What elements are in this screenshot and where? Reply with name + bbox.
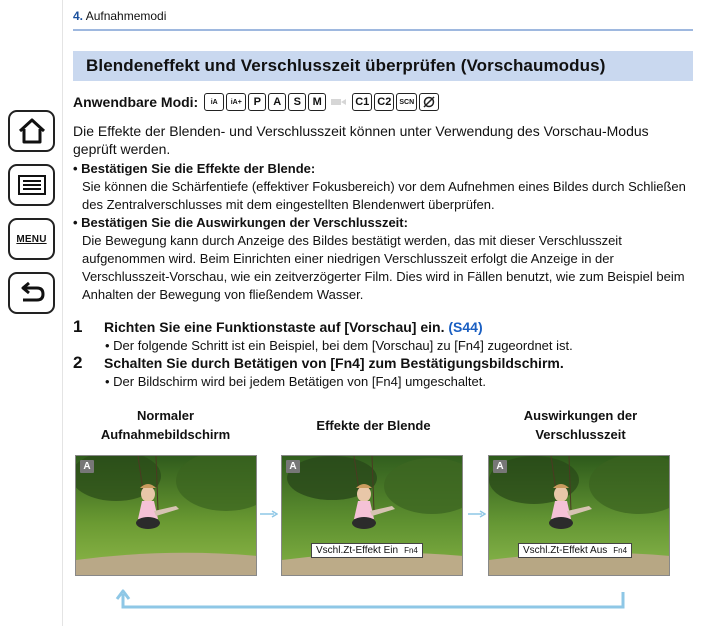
applicable-modes: Anwendbare Modi: iA iA+ P A S M C1 C2 SC… (73, 92, 441, 112)
screen-normal-image: A (75, 455, 257, 576)
manual-page: 4. Aufnahmemodi Blendeneffekt und Versch… (63, 0, 705, 626)
modes-label: Anwendbare Modi: (73, 94, 199, 110)
home-button[interactable] (8, 110, 55, 152)
preview-status-label: Vschl.Zt-Effekt Ein Fn4 (311, 543, 423, 558)
mode-indicator: A (80, 460, 94, 473)
cycle-arrow-icon (115, 589, 625, 609)
step-note: • Der Bildschirm wird bei jedem Betätige… (105, 374, 486, 389)
page-reference-link[interactable]: (S44) (448, 319, 482, 335)
mode-s-icon: S (288, 93, 307, 111)
caption-line: Normaler (136, 408, 195, 423)
screen-shutter-effect-image: A Vschl.Zt-Effekt Aus Fn4 (488, 455, 670, 576)
caption-line: Aufnahmebildschirm (100, 427, 231, 442)
step-1: 1 Richten Sie eine Funktionstaste auf [V… (73, 317, 693, 354)
chapter-header: 4. Aufnahmemodi (73, 9, 166, 23)
chapter-number: 4. (73, 9, 84, 23)
fn-key-label: Fn4 (404, 546, 418, 555)
intro-paragraph: Die Effekte der Blenden- und Verschlussz… (73, 123, 649, 157)
mode-movie-icon (328, 93, 351, 111)
bullet-text: Die Bewegung kann durch Anzeige des Bild… (82, 233, 685, 302)
bullet-text: Sie können die Schärfentiefe (effektiver… (82, 179, 686, 212)
mode-c2-icon: C2 (374, 93, 395, 111)
screen-aperture-effect-image: A Vschl.Zt-Effekt Ein Fn4 (281, 455, 463, 576)
step-list: 1 Richten Sie eine Funktionstaste auf [V… (73, 317, 693, 390)
section-title: Blendeneffekt und Verschlusszeit überprü… (86, 56, 606, 75)
chapter-divider (73, 29, 693, 31)
mode-creative-icon (419, 93, 440, 111)
fn-key-label: Fn4 (613, 546, 628, 555)
menu-button[interactable]: MENU (8, 218, 55, 260)
mode-ia-icon: iA (204, 93, 225, 111)
mode-c1-icon: C1 (352, 93, 373, 111)
mode-a-icon: A (268, 93, 287, 111)
preview-status-label: Vschl.Zt-Effekt Aus Fn4 (518, 543, 633, 558)
step-note: • Der folgende Schritt ist ein Beispiel,… (105, 338, 573, 353)
flow-arrow-icon (468, 510, 486, 518)
step-title: Schalten Sie durch Betätigen von [Fn4] z… (104, 355, 564, 371)
home-icon (18, 118, 45, 144)
mode-m-icon: M (308, 93, 327, 111)
chapter-title: Aufnahmemodi (85, 9, 167, 23)
step-title-text: Richten Sie eine Funktionstaste auf [Vor… (104, 319, 445, 335)
back-icon (21, 281, 45, 302)
bullet-heading: • Bestätigen Sie die Effekte der Blende: (73, 161, 316, 176)
table-of-contents-icon (17, 175, 46, 195)
step-number: 1 (73, 317, 83, 336)
screen-caption: Effekte der Blende (281, 416, 466, 435)
side-navigation: MENU (0, 0, 63, 626)
screen-caption: Auswirkungen der Verschlusszeit (493, 406, 668, 444)
mode-indicator: A (286, 460, 300, 473)
menu-label: MENU (16, 233, 47, 245)
mode-ia-plus-icon: iA+ (226, 93, 247, 111)
step-number: 2 (73, 353, 83, 372)
flow-arrow-icon (260, 510, 278, 518)
mode-indicator: A (493, 460, 507, 473)
screen-caption: Normaler Aufnahmebildschirm (83, 406, 248, 444)
mode-scn-icon: SCN (396, 93, 418, 111)
back-button[interactable] (8, 272, 55, 314)
step-title: Richten Sie eine Funktionstaste auf [Vor… (104, 318, 693, 337)
table-of-contents-button[interactable] (8, 164, 55, 206)
section-header: Blendeneffekt und Verschlusszeit überprü… (73, 51, 693, 81)
preview-status-text: Vschl.Zt-Effekt Aus (523, 545, 608, 556)
bullet-heading: • Bestätigen Sie die Auswirkungen der Ve… (73, 215, 408, 230)
caption-line: Effekte der Blende (316, 418, 431, 433)
preview-status-text: Vschl.Zt-Effekt Ein (316, 545, 399, 556)
bullet-list: • Bestätigen Sie die Effekte der Blende:… (73, 160, 698, 304)
step-2: 2 Schalten Sie durch Betätigen von [Fn4]… (73, 353, 693, 390)
mode-p-icon: P (248, 93, 267, 111)
caption-line: Auswirkungen der (523, 408, 638, 423)
caption-line: Verschlusszeit (535, 427, 626, 442)
